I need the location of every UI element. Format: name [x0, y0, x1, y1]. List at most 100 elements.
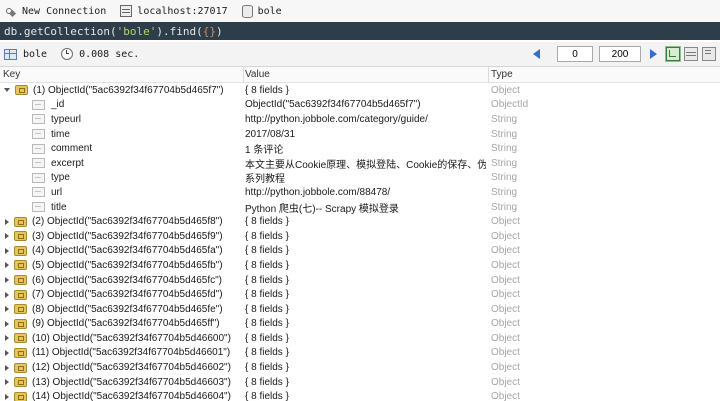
row-key-text: url	[51, 186, 63, 198]
query-filter: {}	[202, 24, 216, 38]
query-collection-string: 'bole'	[116, 24, 157, 38]
row-type-cell: String	[491, 128, 518, 140]
server-segment[interactable]: localhost:27017	[120, 5, 228, 17]
tree-view-button-icon[interactable]	[665, 46, 681, 62]
tree-row[interactable]: (5) ObjectId("5ac6392f34f67704b5d465fb")…	[0, 258, 720, 273]
type-column-header[interactable]: Type	[491, 67, 720, 82]
field-icon	[32, 143, 45, 154]
row-key-cell: _id	[0, 98, 243, 113]
query-editor[interactable]: db.getCollection('bole').find({})	[0, 22, 720, 40]
tree-row[interactable]: (8) ObjectId("5ac6392f34f67704b5d465fe")…	[0, 302, 720, 317]
row-type-cell: String	[491, 201, 518, 213]
row-type-cell: String	[491, 172, 518, 184]
tree-row[interactable]: (11) ObjectId("5ac6392f34f67704b5d46601"…	[0, 346, 720, 361]
tree-row[interactable]: (4) ObjectId("5ac6392f34f67704b5d465fa")…	[0, 244, 720, 259]
row-type-cell: Object	[491, 303, 520, 315]
key-column-header[interactable]: Key	[0, 67, 243, 82]
tree-row[interactable]: (9) ObjectId("5ac6392f34f67704b5d465ff")…	[0, 317, 720, 332]
tree-row[interactable]: type 系列教程 String	[0, 171, 720, 186]
table-view-button-icon[interactable]	[684, 47, 698, 61]
tree-row[interactable]: _id ObjectId("5ac6392f34f67704b5d465f7") O…	[0, 98, 720, 113]
chevron-right-icon[interactable]	[5, 335, 9, 342]
row-type-cell: Object	[491, 289, 520, 301]
chevron-right-icon[interactable]	[5, 379, 9, 386]
tree-row[interactable]: (2) ObjectId("5ac6392f34f67704b5d465f8")…	[0, 214, 720, 229]
object-icon	[14, 245, 27, 256]
tree-row[interactable]: comment 1 条评论 String	[0, 141, 720, 156]
chevron-right-icon[interactable]	[5, 233, 9, 240]
column-divider[interactable]	[488, 67, 489, 82]
tree-row[interactable]: title Python 爬虫(七)-- Scrapy 模拟登录 String	[0, 200, 720, 215]
row-key-text: (8) ObjectId("5ac6392f34f67704b5d465fe")	[32, 303, 223, 315]
chevron-right-icon[interactable]	[5, 393, 9, 400]
row-key-cell: (1) ObjectId("5ac6392f34f67704b5d465f7")	[0, 83, 243, 98]
value-column-header[interactable]: Value	[245, 67, 486, 82]
row-type-cell: String	[491, 113, 518, 125]
tree-row[interactable]: (6) ObjectId("5ac6392f34f67704b5d465fc")…	[0, 273, 720, 288]
tree-row[interactable]: (14) ObjectId("5ac6392f34f67704b5d46604"…	[0, 389, 720, 401]
row-key-cell: type	[0, 171, 243, 186]
clock-icon	[61, 48, 74, 60]
tree-row[interactable]: (1) ObjectId("5ac6392f34f67704b5d465f7")…	[0, 83, 720, 98]
chevron-right-icon[interactable]	[5, 247, 9, 254]
query-middle: ).find(	[156, 24, 203, 38]
tree-row[interactable]: (12) ObjectId("5ac6392f34f67704b5d46602"…	[0, 360, 720, 375]
row-value-cell: http://python.jobbole.com/88478/	[245, 186, 391, 198]
row-value-cell: { 8 fields }	[245, 245, 289, 257]
previous-page-arrow-icon[interactable]	[533, 49, 540, 59]
skip-input[interactable]	[557, 46, 593, 62]
object-icon	[14, 260, 27, 271]
row-key-text: typeurl	[51, 113, 82, 125]
tree-row[interactable]: excerpt 本文主要从Cookie原理、模拟登陆、Cookie的保存、伪...…	[0, 156, 720, 171]
row-key-text: (11) ObjectId("5ac6392f34f67704b5d46601"…	[32, 347, 231, 359]
server-icon	[120, 5, 133, 17]
chevron-right-icon[interactable]	[5, 306, 9, 313]
tree-row[interactable]: (10) ObjectId("5ac6392f34f67704b5d46600"…	[0, 331, 720, 346]
object-icon	[14, 333, 27, 344]
row-key-cell: (10) ObjectId("5ac6392f34f67704b5d46600"…	[0, 331, 243, 346]
column-divider[interactable]	[243, 67, 244, 82]
row-key-cell: (11) ObjectId("5ac6392f34f67704b5d46601"…	[0, 346, 243, 361]
tree-row[interactable]: (7) ObjectId("5ac6392f34f67704b5d465fd")…	[0, 287, 720, 302]
connection-name: New Connection	[22, 5, 107, 17]
chevron-right-icon[interactable]	[5, 320, 9, 327]
tree-row[interactable]: (3) ObjectId("5ac6392f34f67704b5d465f9")…	[0, 229, 720, 244]
row-key-text: (5) ObjectId("5ac6392f34f67704b5d465fb")	[32, 259, 223, 271]
row-value-cell: { 8 fields }	[245, 274, 289, 286]
query-suffix: )	[215, 24, 223, 38]
chevron-right-icon[interactable]	[5, 349, 9, 356]
tree-row[interactable]: (13) ObjectId("5ac6392f34f67704b5d46603"…	[0, 375, 720, 390]
row-value-cell: { 8 fields }	[245, 362, 289, 374]
chevron-right-icon[interactable]	[5, 291, 9, 298]
object-icon	[14, 289, 27, 300]
row-key-text: time	[51, 128, 70, 140]
connection-name-segment[interactable]: New Connection	[0, 6, 106, 17]
next-page-arrow-icon[interactable]	[650, 49, 657, 59]
row-key-cell: (4) ObjectId("5ac6392f34f67704b5d465fa")	[0, 244, 243, 259]
row-type-cell: String	[491, 186, 518, 198]
database-name: bole	[257, 5, 282, 17]
field-icon	[32, 187, 45, 198]
database-segment[interactable]: bole	[241, 4, 282, 18]
row-key-text: (14) ObjectId("5ac6392f34f67704b5d46604"…	[32, 391, 231, 401]
limit-input[interactable]	[599, 46, 641, 62]
tree-row[interactable]: url http://python.jobbole.com/88478/Strin…	[0, 185, 720, 200]
row-key-text: (12) ObjectId("5ac6392f34f67704b5d46602"…	[32, 362, 231, 374]
connection-icon	[5, 6, 16, 17]
chevron-right-icon[interactable]	[5, 218, 9, 225]
row-type-cell: Object	[491, 259, 520, 271]
row-key-text: (9) ObjectId("5ac6392f34f67704b5d465ff")	[32, 318, 220, 330]
server-address: localhost:27017	[137, 5, 228, 17]
chevron-right-icon[interactable]	[5, 262, 9, 269]
chevron-right-icon[interactable]	[5, 364, 9, 371]
object-icon	[14, 275, 27, 286]
tree-row[interactable]: time 2017/08/31 String	[0, 127, 720, 142]
collection-grid-icon	[4, 48, 17, 60]
row-key-cell: (13) ObjectId("5ac6392f34f67704b5d46603"…	[0, 375, 243, 390]
field-icon	[32, 202, 45, 213]
chevron-right-icon[interactable]	[5, 277, 9, 284]
chevron-down-icon[interactable]	[4, 88, 10, 93]
text-view-button-icon[interactable]	[702, 47, 716, 61]
tree-row[interactable]: typeurl http://python.jobbole.com/categor…	[0, 112, 720, 127]
row-key-cell: title	[0, 200, 243, 215]
